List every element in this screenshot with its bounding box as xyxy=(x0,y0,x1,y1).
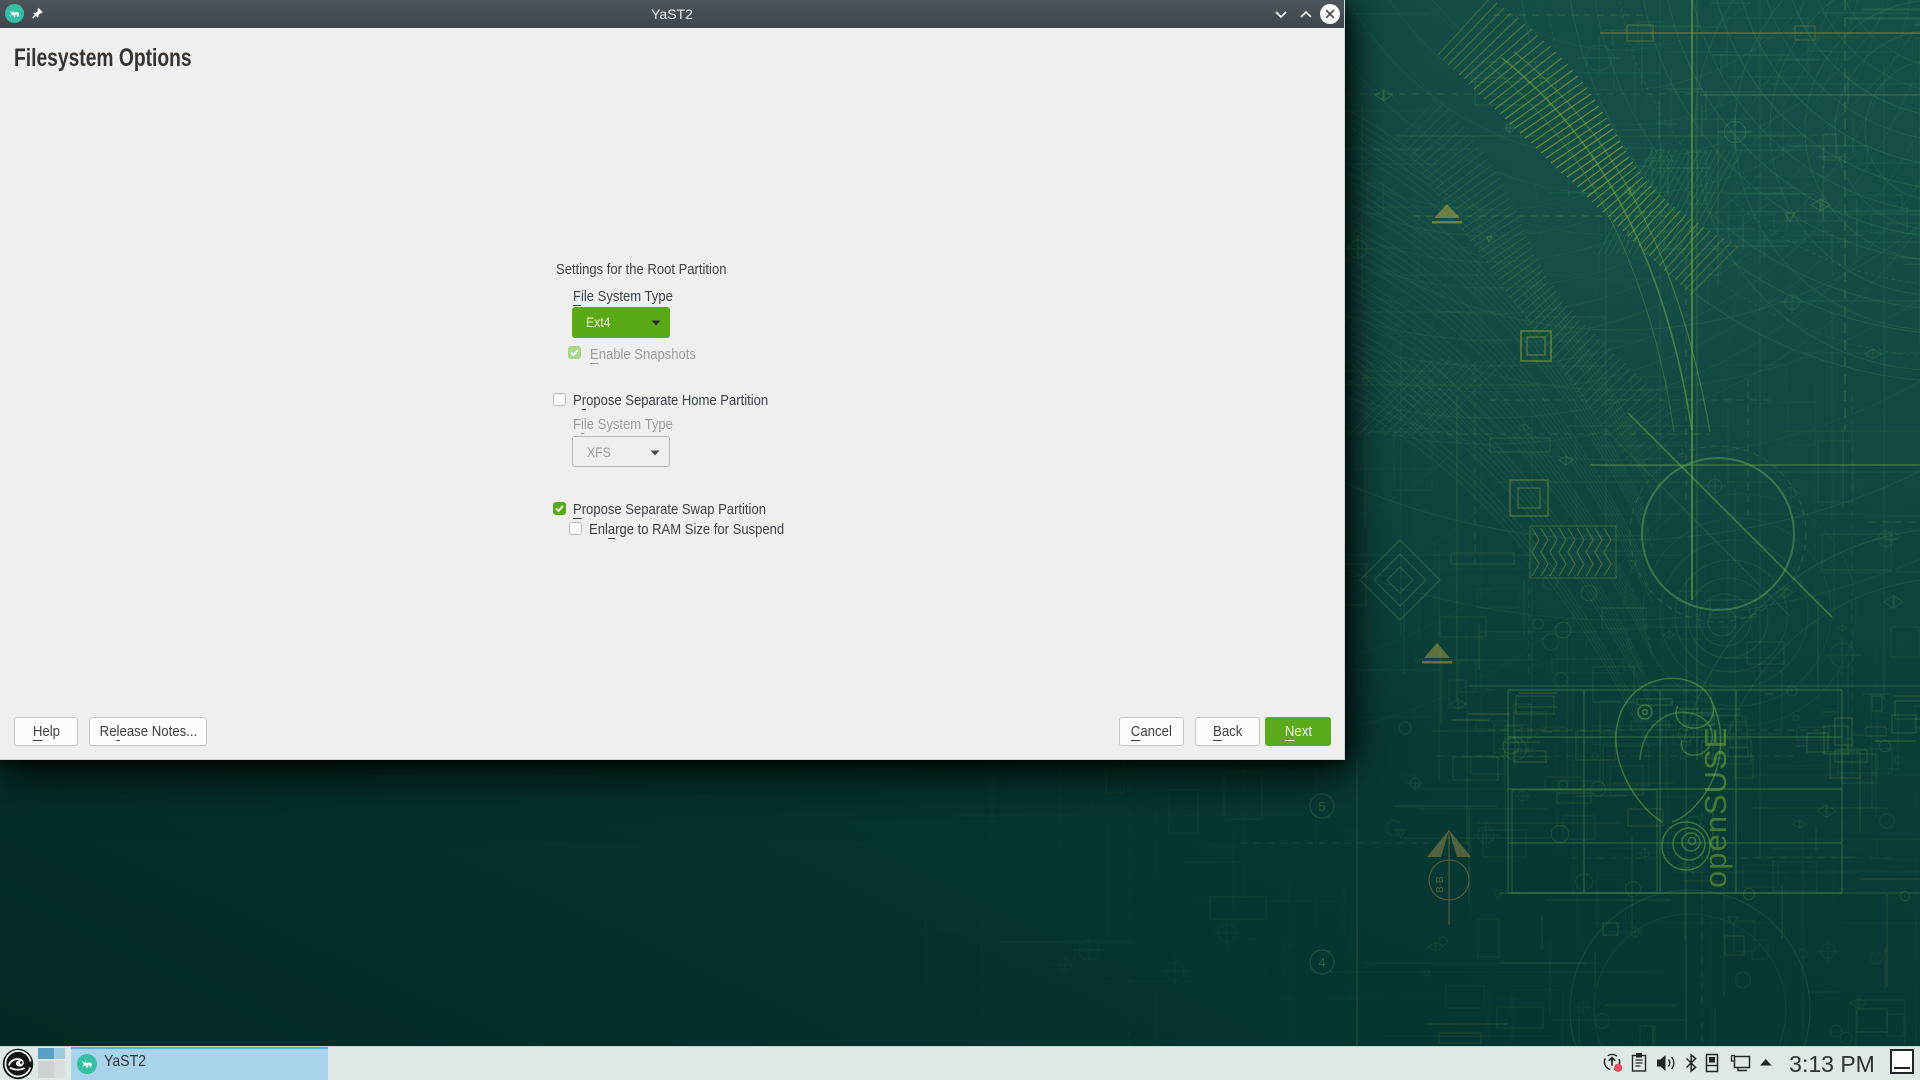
svg-text:4: 4 xyxy=(1318,955,1325,970)
svg-text:B-B: B-B xyxy=(1435,876,1446,893)
svg-text:5: 5 xyxy=(1318,799,1325,814)
svg-text:openSUSE: openSUSE xyxy=(1698,727,1733,888)
